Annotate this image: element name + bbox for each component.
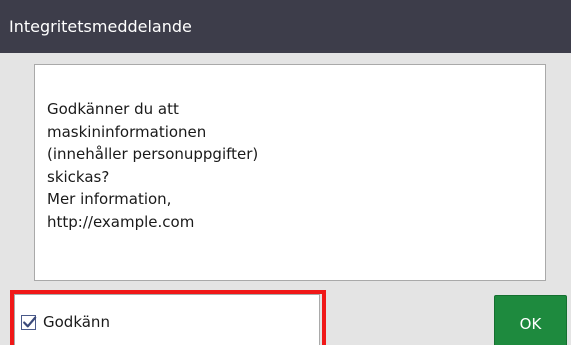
- message-box: Godkänner du att maskininformationen (in…: [34, 64, 546, 281]
- ok-button[interactable]: OK: [494, 295, 567, 345]
- message-line: skickas?: [47, 167, 110, 186]
- message-line: Godkänner du att: [47, 100, 179, 118]
- highlight-frame: [10, 290, 326, 345]
- message-line: (innehåller personuppgifter): [47, 145, 259, 163]
- message-line: maskininformationen: [47, 122, 207, 141]
- privacy-notice-dialog: Integritetsmeddelande Godkänner du att m…: [0, 0, 571, 345]
- message-line: Mer information,: [47, 190, 172, 208]
- message-text: Godkänner du att maskininformationen (in…: [47, 98, 258, 233]
- dialog-title: Integritetsmeddelande: [0, 0, 571, 53]
- message-link: http://example.com: [47, 212, 195, 231]
